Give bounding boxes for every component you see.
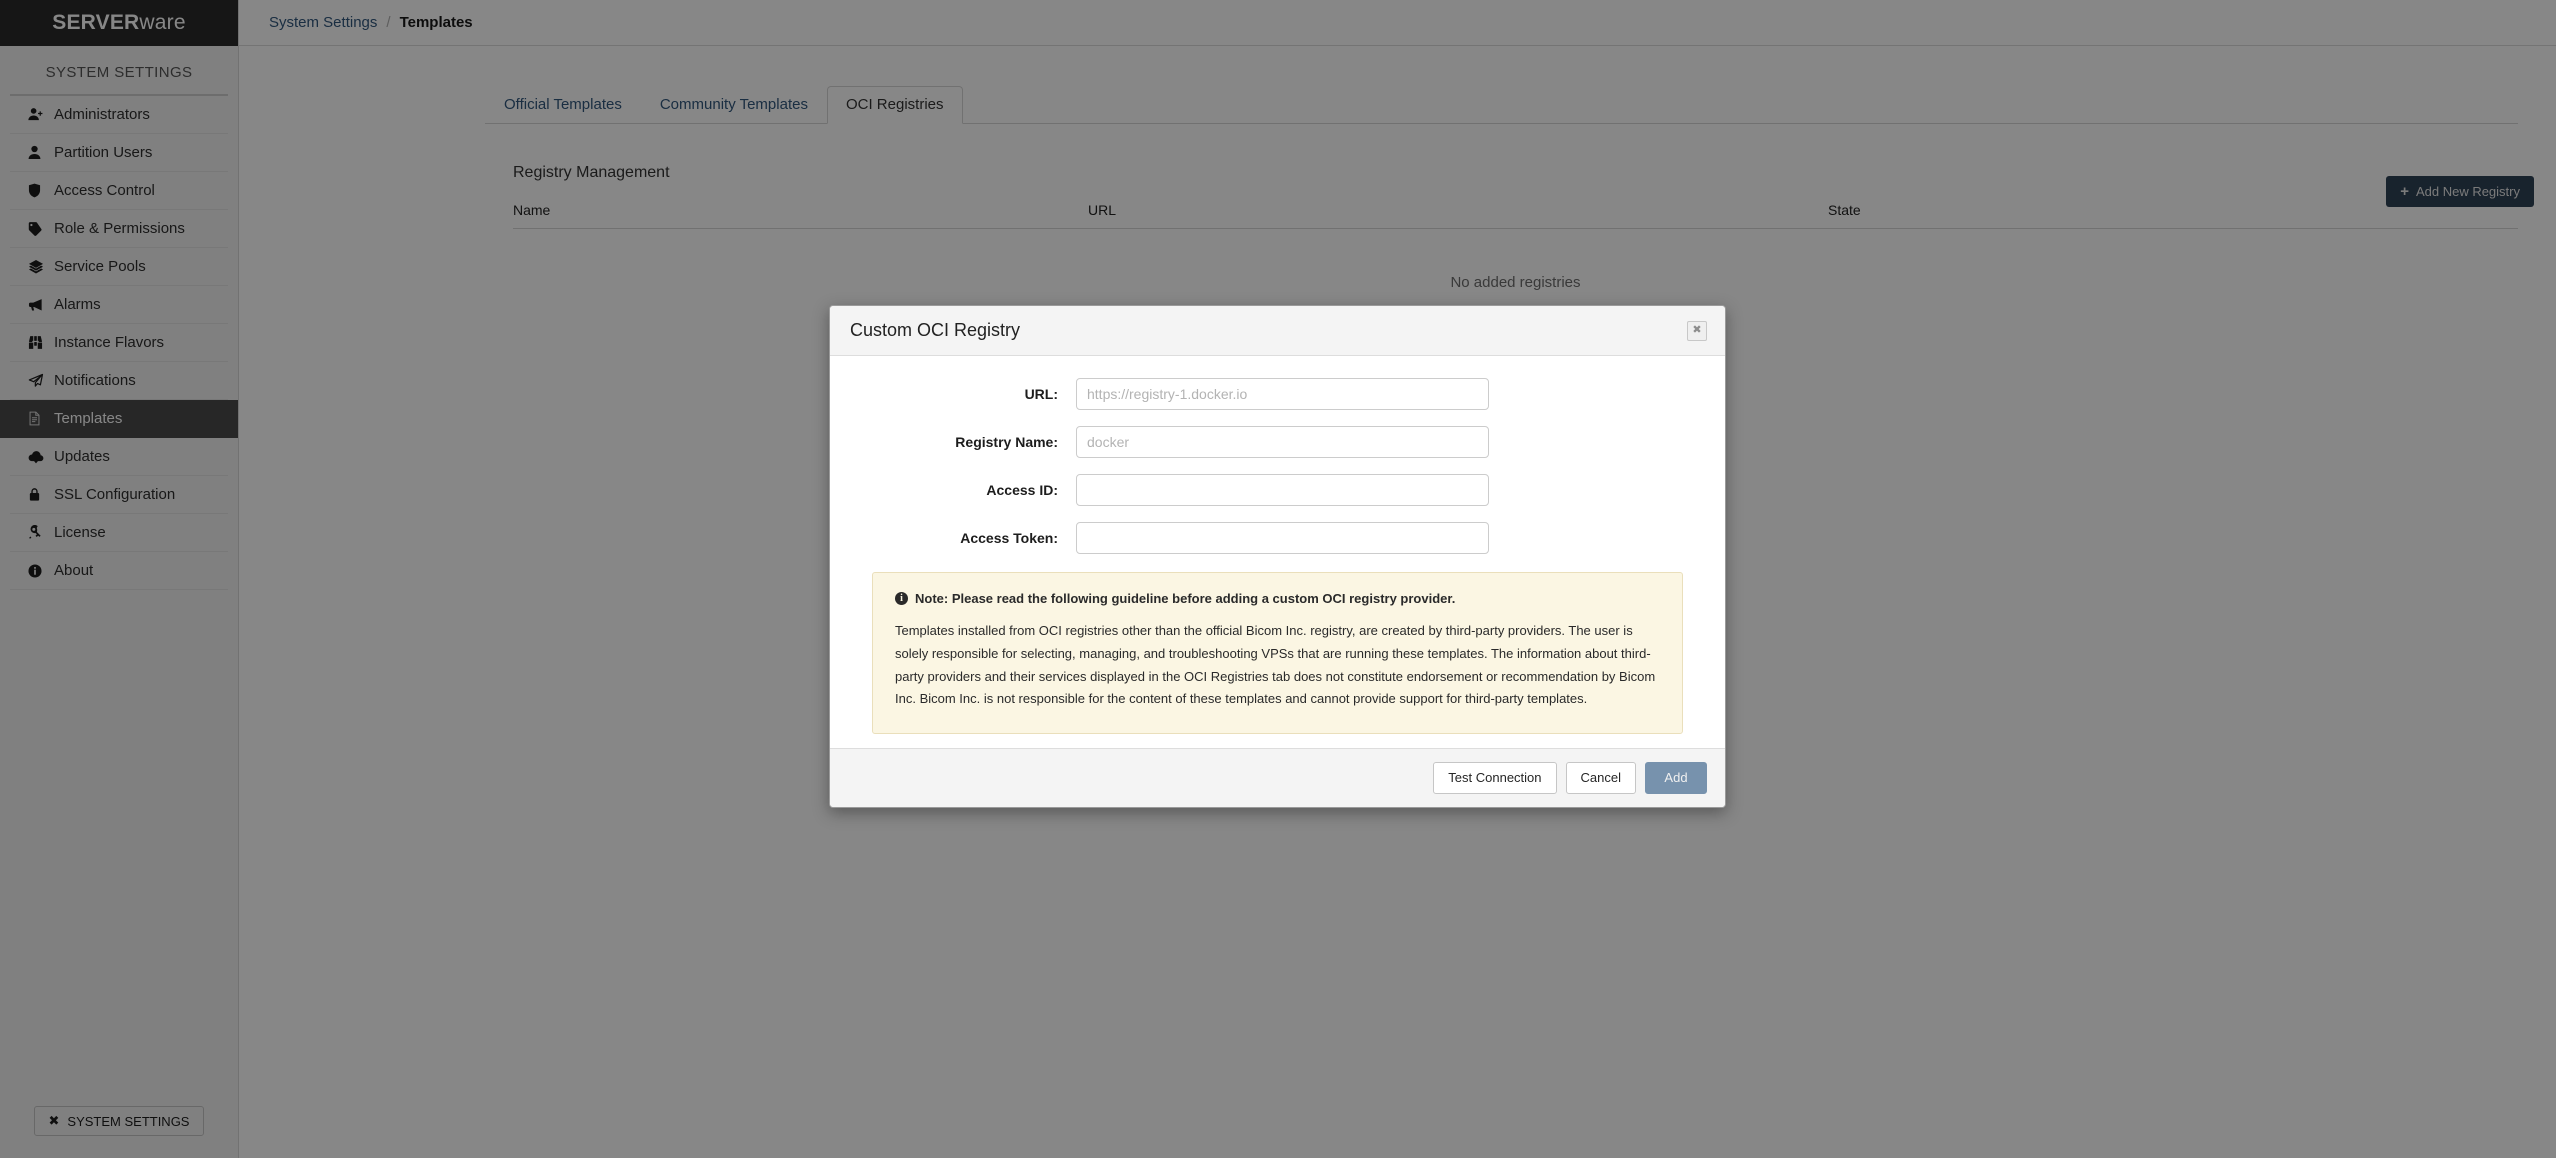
form-row-registry-name: Registry Name: bbox=[860, 426, 1695, 458]
registry-name-field[interactable] bbox=[1076, 426, 1489, 458]
form-row-access-id: Access ID: bbox=[860, 474, 1695, 506]
test-connection-button[interactable]: Test Connection bbox=[1433, 762, 1557, 794]
close-icon[interactable]: ✖ bbox=[1687, 320, 1707, 341]
info-icon: i bbox=[895, 592, 908, 605]
note-heading-text: Note: Please read the following guidelin… bbox=[915, 591, 1456, 606]
access-token-label: Access Token: bbox=[960, 530, 1058, 546]
url-field[interactable] bbox=[1076, 378, 1489, 410]
custom-oci-registry-dialog: Custom OCI Registry ✖ URL: Registry Name… bbox=[829, 305, 1726, 808]
access-token-field[interactable] bbox=[1076, 522, 1489, 554]
form-row-url: URL: bbox=[860, 378, 1695, 410]
dialog-footer: Test Connection Cancel Add bbox=[830, 748, 1725, 807]
dialog-header: Custom OCI Registry ✖ bbox=[830, 306, 1725, 356]
form-row-access-token: Access Token: bbox=[860, 522, 1695, 554]
cancel-button[interactable]: Cancel bbox=[1565, 762, 1636, 794]
add-button[interactable]: Add bbox=[1645, 762, 1707, 794]
note-heading: i Note: Please read the following guidel… bbox=[895, 591, 1660, 606]
access-id-label: Access ID: bbox=[986, 482, 1058, 498]
dialog-title: Custom OCI Registry bbox=[850, 320, 1021, 340]
url-label: URL: bbox=[1024, 386, 1058, 402]
access-id-field[interactable] bbox=[1076, 474, 1489, 506]
guideline-note: i Note: Please read the following guidel… bbox=[872, 572, 1683, 734]
note-body-text: Templates installed from OCI registries … bbox=[895, 623, 1656, 707]
dialog-body: URL: Registry Name: Access ID: Access To… bbox=[830, 356, 1725, 748]
registry-name-label: Registry Name: bbox=[955, 434, 1058, 450]
